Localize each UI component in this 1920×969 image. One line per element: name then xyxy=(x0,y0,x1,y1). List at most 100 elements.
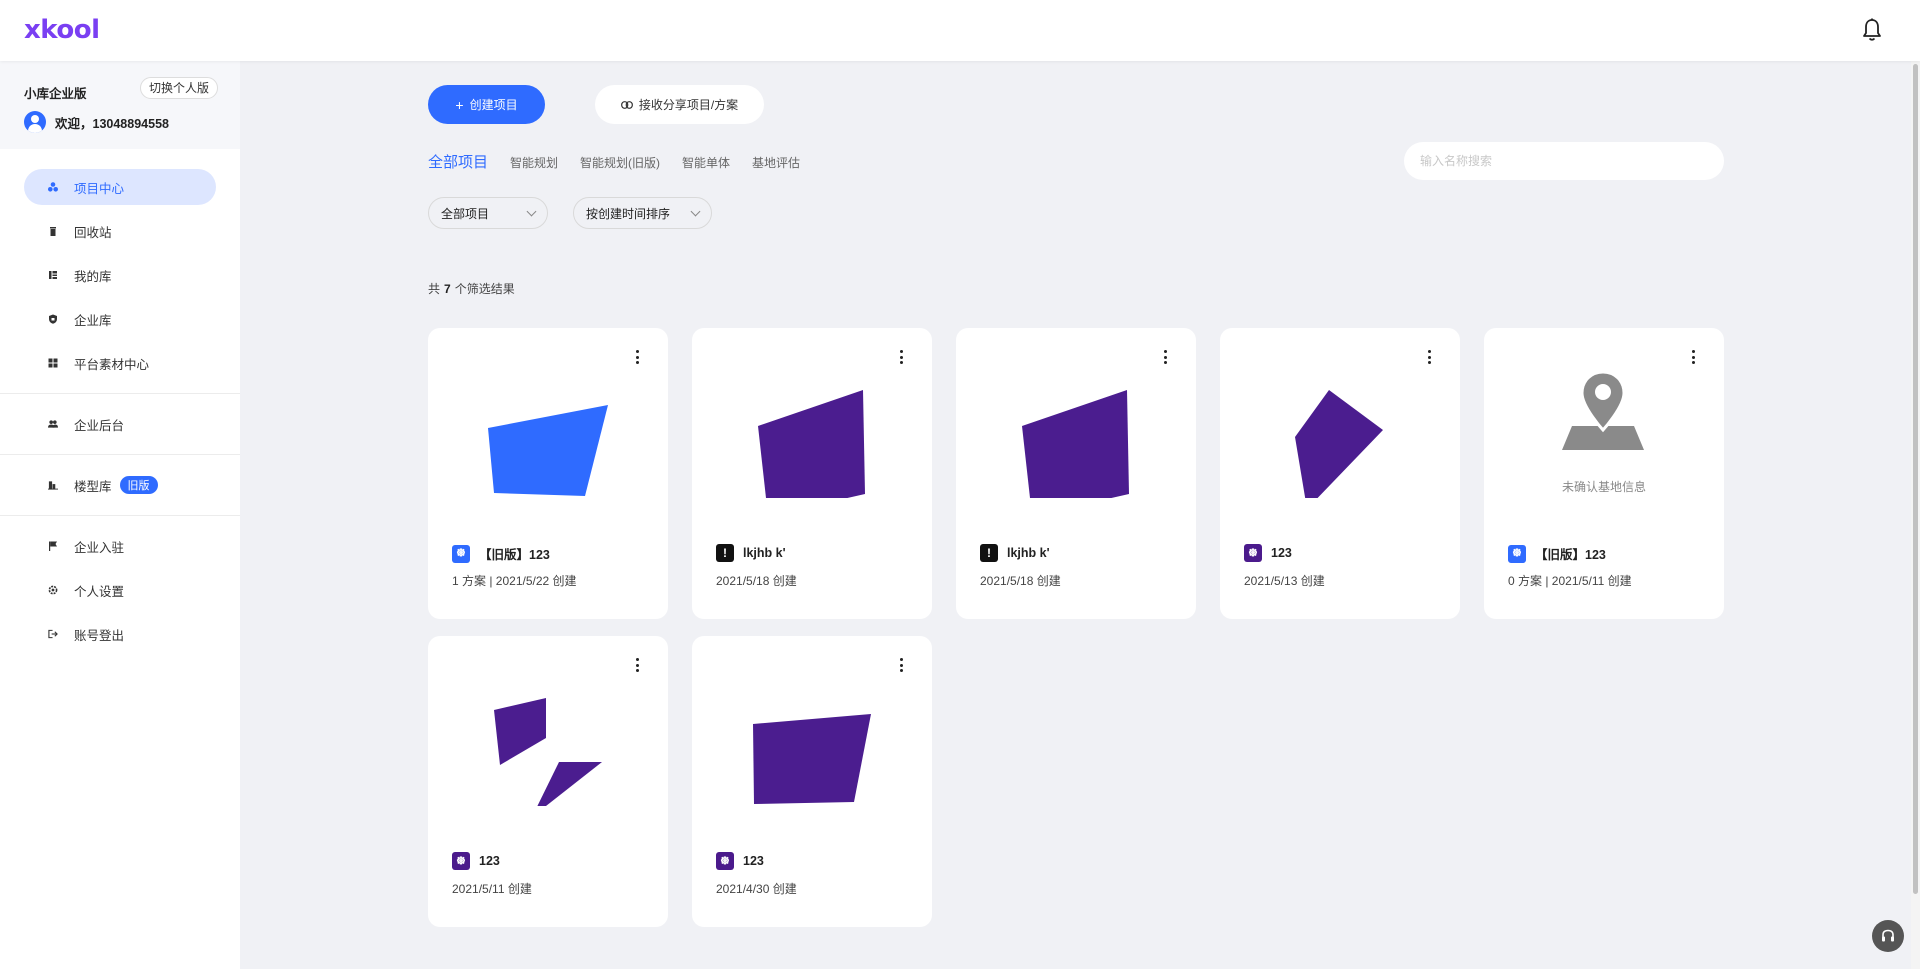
xkool-logo[interactable]: xkool xyxy=(24,15,100,45)
divider xyxy=(0,454,240,455)
chevron-down-icon xyxy=(690,206,701,217)
site-polygon xyxy=(537,762,602,806)
tab-site-evaluation[interactable]: 基地评估 xyxy=(752,154,800,171)
project-meta: 2021/5/18 创建 xyxy=(716,574,797,588)
project-card[interactable]: ǃ lkjhb k' 2021/5/18 创建 xyxy=(956,328,1196,619)
receive-share-button[interactable]: 接收分享项目/方案 xyxy=(595,85,764,124)
project-meta: 2021/5/18 创建 xyxy=(980,574,1061,588)
category-tabs: 全部项目 智能规划 智能规划(旧版) 智能单体 基地评估 xyxy=(428,151,822,172)
smart-planning-icon: ᪥ xyxy=(452,544,470,563)
project-card[interactable]: ǃ lkjhb k' 2021/5/18 创建 xyxy=(692,328,932,619)
sidebar-item-label: 回收站 xyxy=(74,225,112,240)
card-title: ᪥ 123 xyxy=(716,852,764,870)
project-meta: 1 方案 | 2021/5/22 创建 xyxy=(452,574,577,588)
sidebar-item-label: 账号登出 xyxy=(74,628,125,643)
card-title: ᪥ 123 xyxy=(1244,544,1292,562)
project-card[interactable]: 未确认基地信息 ᪥ 【旧版】123 0 方案 | 2021/5/11 创建 xyxy=(1484,328,1724,619)
sidebar-item-building-library[interactable]: 楼型库 旧版 xyxy=(24,467,216,503)
sidebar-item-material-center[interactable]: 平台素材中心 xyxy=(24,345,216,381)
link-icon xyxy=(620,100,633,109)
sidebar: 小库企业版 切换个人版 欢迎，13048894558 项目中心 回收站 我的库 … xyxy=(0,61,240,969)
project-title: 123 xyxy=(479,854,500,868)
card-title: ᪥ 【旧版】123 xyxy=(452,544,550,563)
card-title: ᪥ 123 xyxy=(452,852,500,870)
project-card[interactable]: ᪥ 123 2021/5/13 创建 xyxy=(1220,328,1460,619)
top-header: xkool xyxy=(0,0,1920,61)
sidebar-item-label: 平台素材中心 xyxy=(74,357,150,372)
sidebar-item-personal-settings[interactable]: 个人设置 xyxy=(24,572,216,608)
chevron-down-icon xyxy=(526,206,537,217)
sidebar-item-projects[interactable]: 项目中心 xyxy=(24,169,216,205)
smart-planning-icon: ᪥ xyxy=(716,852,734,870)
users-icon xyxy=(48,419,58,429)
result-suffix: 个筛选结果 xyxy=(454,282,515,296)
headset-support-button[interactable] xyxy=(1872,920,1904,952)
tab-smart-planning[interactable]: 智能规划 xyxy=(510,154,558,171)
enterprise-box: 小库企业版 切换个人版 欢迎，13048894558 xyxy=(0,61,240,149)
receive-share-label: 接收分享项目/方案 xyxy=(638,98,739,112)
result-count: 共 7 个筛选结果 xyxy=(428,280,515,297)
project-filter-select[interactable]: 全部项目 xyxy=(428,197,548,229)
project-title: 【旧版】123 xyxy=(479,548,550,562)
project-meta: 2021/5/11 创建 xyxy=(452,882,532,896)
site-shape xyxy=(1022,390,1129,498)
project-card[interactable]: ᪥ 123 2021/4/30 创建 xyxy=(692,636,932,927)
divider xyxy=(0,393,240,394)
site-shape xyxy=(494,698,602,806)
sidebar-item-enterprise-library[interactable]: 企业库 xyxy=(24,301,216,337)
switch-personal-button[interactable]: 切换个人版 xyxy=(140,77,219,99)
sidebar-item-logout[interactable]: 账号登出 xyxy=(24,616,216,652)
map-pin-icon xyxy=(1562,370,1644,450)
result-count-number: 7 xyxy=(444,282,451,296)
create-project-button[interactable]: + 创建项目 xyxy=(428,85,545,124)
project-title: 123 xyxy=(1271,546,1292,560)
project-meta: 0 方案 | 2021/5/11 创建 xyxy=(1508,574,1632,588)
settings-icon xyxy=(48,585,58,595)
my-library-icon xyxy=(48,270,58,280)
sidebar-item-enterprise-admin[interactable]: 企业后台 xyxy=(24,406,216,442)
project-card[interactable]: ᪥ 【旧版】123 1 方案 | 2021/5/22 创建 xyxy=(428,328,668,619)
enterprise-name: 小库企业版 xyxy=(24,87,87,101)
project-title: 123 xyxy=(743,854,764,868)
building-icon xyxy=(48,480,58,490)
sidebar-item-trash[interactable]: 回收站 xyxy=(24,213,216,249)
project-card[interactable]: ᪥ 123 2021/5/11 创建 xyxy=(428,636,668,927)
smart-planning-icon: ᪥ xyxy=(1508,544,1526,563)
site-polygon xyxy=(494,698,546,765)
scrollbar-thumb[interactable] xyxy=(1913,64,1918,894)
old-version-badge: 旧版 xyxy=(119,476,158,494)
search-input[interactable] xyxy=(1404,142,1724,180)
tab-smart-planning-old[interactable]: 智能规划(旧版) xyxy=(580,154,660,171)
bell-icon[interactable] xyxy=(1862,18,1882,42)
plus-icon: + xyxy=(455,96,464,113)
project-meta: 2021/4/30 创建 xyxy=(716,882,797,896)
card-title: ǃ lkjhb k' xyxy=(980,544,1050,562)
tab-all-projects[interactable]: 全部项目 xyxy=(428,151,488,172)
site-polygon xyxy=(753,714,871,804)
card-title: ǃ lkjhb k' xyxy=(716,544,786,562)
sidebar-item-label: 我的库 xyxy=(74,269,112,284)
sort-select[interactable]: 按创建时间排序 xyxy=(573,197,712,229)
sidebar-item-my-library[interactable]: 我的库 xyxy=(24,257,216,293)
enterprise-library-icon xyxy=(48,314,58,324)
tab-smart-building[interactable]: 智能单体 xyxy=(682,154,730,171)
site-shape xyxy=(758,390,865,498)
project-title: lkjhb k' xyxy=(743,546,786,560)
welcome-text: 欢迎，13048894558 xyxy=(55,116,169,131)
site-shape xyxy=(1295,390,1383,498)
divider xyxy=(0,515,240,516)
projects-icon xyxy=(48,182,58,192)
avatar[interactable] xyxy=(24,111,46,133)
result-prefix: 共 xyxy=(428,282,441,296)
site-polygon xyxy=(488,405,608,496)
site-shape xyxy=(753,714,871,804)
site-polygon xyxy=(1022,390,1129,498)
project-title: 【旧版】123 xyxy=(1535,548,1606,562)
card-title: ᪥ 【旧版】123 xyxy=(1508,544,1606,563)
unconfirmed-site-text: 未确认基地信息 xyxy=(1561,480,1646,494)
sidebar-item-label: 项目中心 xyxy=(74,181,125,196)
headset-icon xyxy=(1882,929,1894,942)
sidebar-item-label: 个人设置 xyxy=(74,584,125,599)
site-shape xyxy=(488,405,608,496)
sidebar-item-enterprise-join[interactable]: 企业入驻 xyxy=(24,528,216,564)
